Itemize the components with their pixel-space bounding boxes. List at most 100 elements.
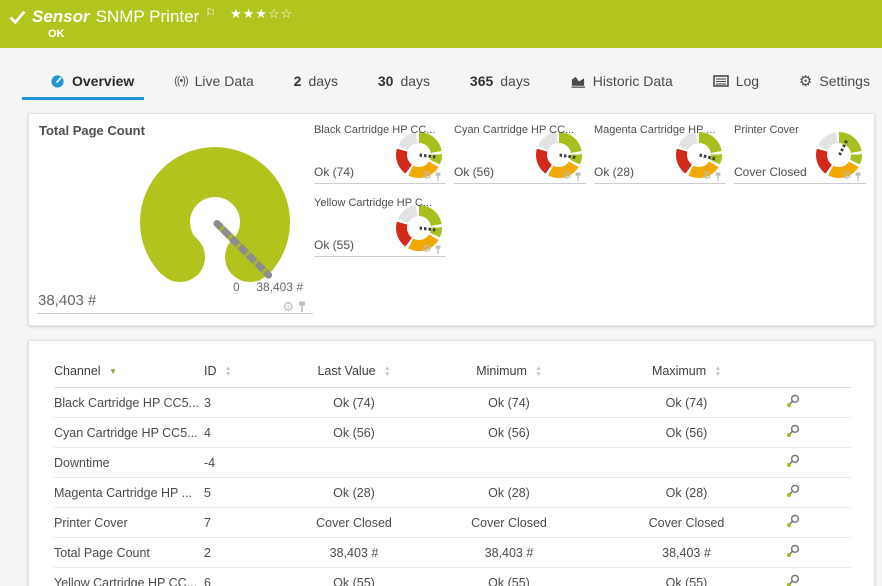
pin-icon[interactable] — [574, 172, 582, 182]
gauge-current-value: 38,403 # — [38, 292, 96, 309]
live-data-icon: ((•)) — [174, 75, 188, 87]
table-row[interactable]: Downtime -4 — [54, 448, 851, 478]
maximum-value: Ok (28) — [604, 478, 769, 508]
pin-icon[interactable] — [434, 245, 442, 255]
tab-historic-data[interactable]: Historic Data — [570, 73, 673, 89]
gauge-max-label: 38,403 # — [256, 280, 303, 294]
gauge-tile-total-page-count[interactable]: Total Page Count × 0 38,403 # 38,403 # ⚙ — [37, 122, 313, 314]
tab-number: 30 — [378, 73, 394, 89]
gauge-settings-gear-icon[interactable]: ⚙ — [422, 171, 432, 182]
column-header-minimum[interactable]: Minimum ▲▼ — [414, 355, 604, 388]
sensor-kind-label: Sensor — [32, 7, 90, 27]
table-row[interactable]: Cyan Cartridge HP CC5... 4 Ok (56) Ok (5… — [54, 418, 851, 448]
minimum-value: Ok (28) — [414, 478, 604, 508]
magnifier-icon[interactable] — [786, 544, 800, 558]
magnifier-icon[interactable] — [786, 394, 800, 408]
magnifier-icon[interactable] — [786, 514, 800, 528]
stars-empty: ☆☆ — [268, 6, 293, 21]
channel-table: Channel ▼ ID ▲▼ Last Value ▲▼ Minimum ▲▼… — [54, 355, 851, 586]
gauge-tile-printer-cover[interactable]: Printer Cover Cover Closed ⚙ — [734, 124, 866, 184]
overview-gauges-panel: Total Page Count × 0 38,403 # 38,403 # ⚙… — [28, 113, 875, 326]
priority-stars[interactable]: ★★★☆☆ — [230, 7, 293, 21]
last-value: Ok (74) — [294, 388, 414, 418]
pin-icon[interactable] — [297, 301, 307, 313]
gauge-needle — [699, 154, 715, 161]
gauge-title: Yellow Cartridge HP C... — [314, 197, 446, 209]
channel-id: 3 — [204, 388, 294, 418]
last-value: Ok (28) — [294, 478, 414, 508]
magnifier-icon[interactable] — [786, 424, 800, 438]
tab-overview[interactable]: Overview — [50, 73, 134, 89]
channel-id: 6 — [204, 568, 294, 586]
column-header-maximum[interactable]: Maximum ▲▼ — [604, 355, 769, 388]
column-header-channel[interactable]: Channel ▼ — [54, 355, 204, 388]
status-ok-check-icon — [9, 9, 26, 26]
gauge-needle — [419, 154, 435, 159]
tab-label: Overview — [72, 73, 134, 89]
tab-live-data[interactable]: ((•)) Live Data — [174, 73, 254, 89]
table-row[interactable]: Yellow Cartridge HP CC... 6 Ok (55) Ok (… — [54, 568, 851, 586]
gauge-settings-gear-icon[interactable]: ⚙ — [282, 300, 294, 313]
column-header-id[interactable]: ID ▲▼ — [204, 355, 294, 388]
magnifier-icon[interactable] — [786, 454, 800, 468]
tab-label: days — [400, 73, 430, 89]
table-row[interactable]: Magenta Cartridge HP ... 5 Ok (28) Ok (2… — [54, 478, 851, 508]
last-value: Ok (56) — [294, 418, 414, 448]
table-row[interactable]: Printer Cover 7 Cover Closed Cover Close… — [54, 508, 851, 538]
last-value: Ok (55) — [294, 568, 414, 586]
pin-icon[interactable] — [434, 172, 442, 182]
tab-2-days[interactable]: 2 days — [294, 73, 338, 89]
tab-30-days[interactable]: 30 days — [378, 73, 430, 89]
last-value: 38,403 # — [294, 538, 414, 568]
flag-icon[interactable]: ⚐ — [205, 7, 216, 19]
channel-id: 5 — [204, 478, 294, 508]
tab-bar: Overview ((•)) Live Data 2 days 30 days … — [0, 48, 882, 100]
tab-365-days[interactable]: 365 days — [470, 73, 530, 89]
channel-name[interactable]: Black Cartridge HP CC5... — [54, 388, 204, 418]
last-value — [294, 448, 414, 478]
tab-label: days — [500, 73, 530, 89]
gauge-tile-cyan-cartridge[interactable]: Cyan Cartridge HP CC... Ok (56) ⚙ — [454, 124, 586, 184]
gauge-current-value: Ok (56) — [454, 165, 494, 179]
sort-icon: ▲▼ — [535, 366, 541, 378]
gauge-current-value: Cover Closed — [734, 165, 807, 179]
gauge-settings-gear-icon[interactable]: ⚙ — [422, 244, 432, 255]
sort-icon: ▲▼ — [384, 366, 390, 378]
gauge-arc-cap — [155, 232, 205, 282]
column-header-last-value[interactable]: Last Value ▲▼ — [294, 355, 414, 388]
gauge-tile-yellow-cartridge[interactable]: Yellow Cartridge HP C... Ok (55) ⚙ — [314, 197, 446, 257]
table-row[interactable]: Black Cartridge HP CC5... 3 Ok (74) Ok (… — [54, 388, 851, 418]
column-header-actions — [769, 355, 851, 388]
maximum-value: Ok (55) — [604, 568, 769, 586]
table-row[interactable]: Total Page Count 2 38,403 # 38,403 # 38,… — [54, 538, 851, 568]
pin-icon[interactable] — [854, 172, 862, 182]
tab-settings[interactable]: ⚙ Settings — [799, 73, 870, 89]
magnifier-icon[interactable] — [786, 484, 800, 498]
gauge-needle — [838, 140, 848, 156]
gauge-settings-gear-icon[interactable]: ⚙ — [842, 171, 852, 182]
channel-name[interactable]: Printer Cover — [54, 508, 204, 538]
gauge-tile-black-cartridge[interactable]: Black Cartridge HP CC... Ok (74) ⚙ — [314, 124, 446, 184]
channel-name[interactable]: Yellow Cartridge HP CC... — [54, 568, 204, 586]
channel-name[interactable]: Magenta Cartridge HP ... — [54, 478, 204, 508]
gauge-needle — [419, 227, 435, 232]
gauge-settings-gear-icon[interactable]: ⚙ — [702, 171, 712, 182]
tab-log[interactable]: Log — [713, 73, 759, 89]
maximum-value: Ok (56) — [604, 418, 769, 448]
tab-number: 2 — [294, 73, 302, 89]
gauge-tile-magenta-cartridge[interactable]: Magenta Cartridge HP ... Ok (28) ⚙ — [594, 124, 726, 184]
channel-table-panel: Channel ▼ ID ▲▼ Last Value ▲▼ Minimum ▲▼… — [28, 340, 875, 586]
channel-name[interactable]: Total Page Count — [54, 538, 204, 568]
maximum-value: 38,403 # — [604, 538, 769, 568]
magnifier-icon[interactable] — [786, 574, 800, 586]
gauge-current-value: Ok (74) — [314, 165, 354, 179]
area-chart-icon — [570, 74, 586, 89]
channel-name[interactable]: Downtime — [54, 448, 204, 478]
sort-icon: ▲▼ — [225, 366, 231, 378]
channel-name[interactable]: Cyan Cartridge HP CC5... — [54, 418, 204, 448]
gauge-settings-gear-icon[interactable]: ⚙ — [562, 171, 572, 182]
page-title: SNMP Printer — [96, 7, 200, 27]
pin-icon[interactable] — [714, 172, 722, 182]
gauge-title: Total Page Count — [39, 123, 145, 138]
minimum-value: Ok (56) — [414, 418, 604, 448]
